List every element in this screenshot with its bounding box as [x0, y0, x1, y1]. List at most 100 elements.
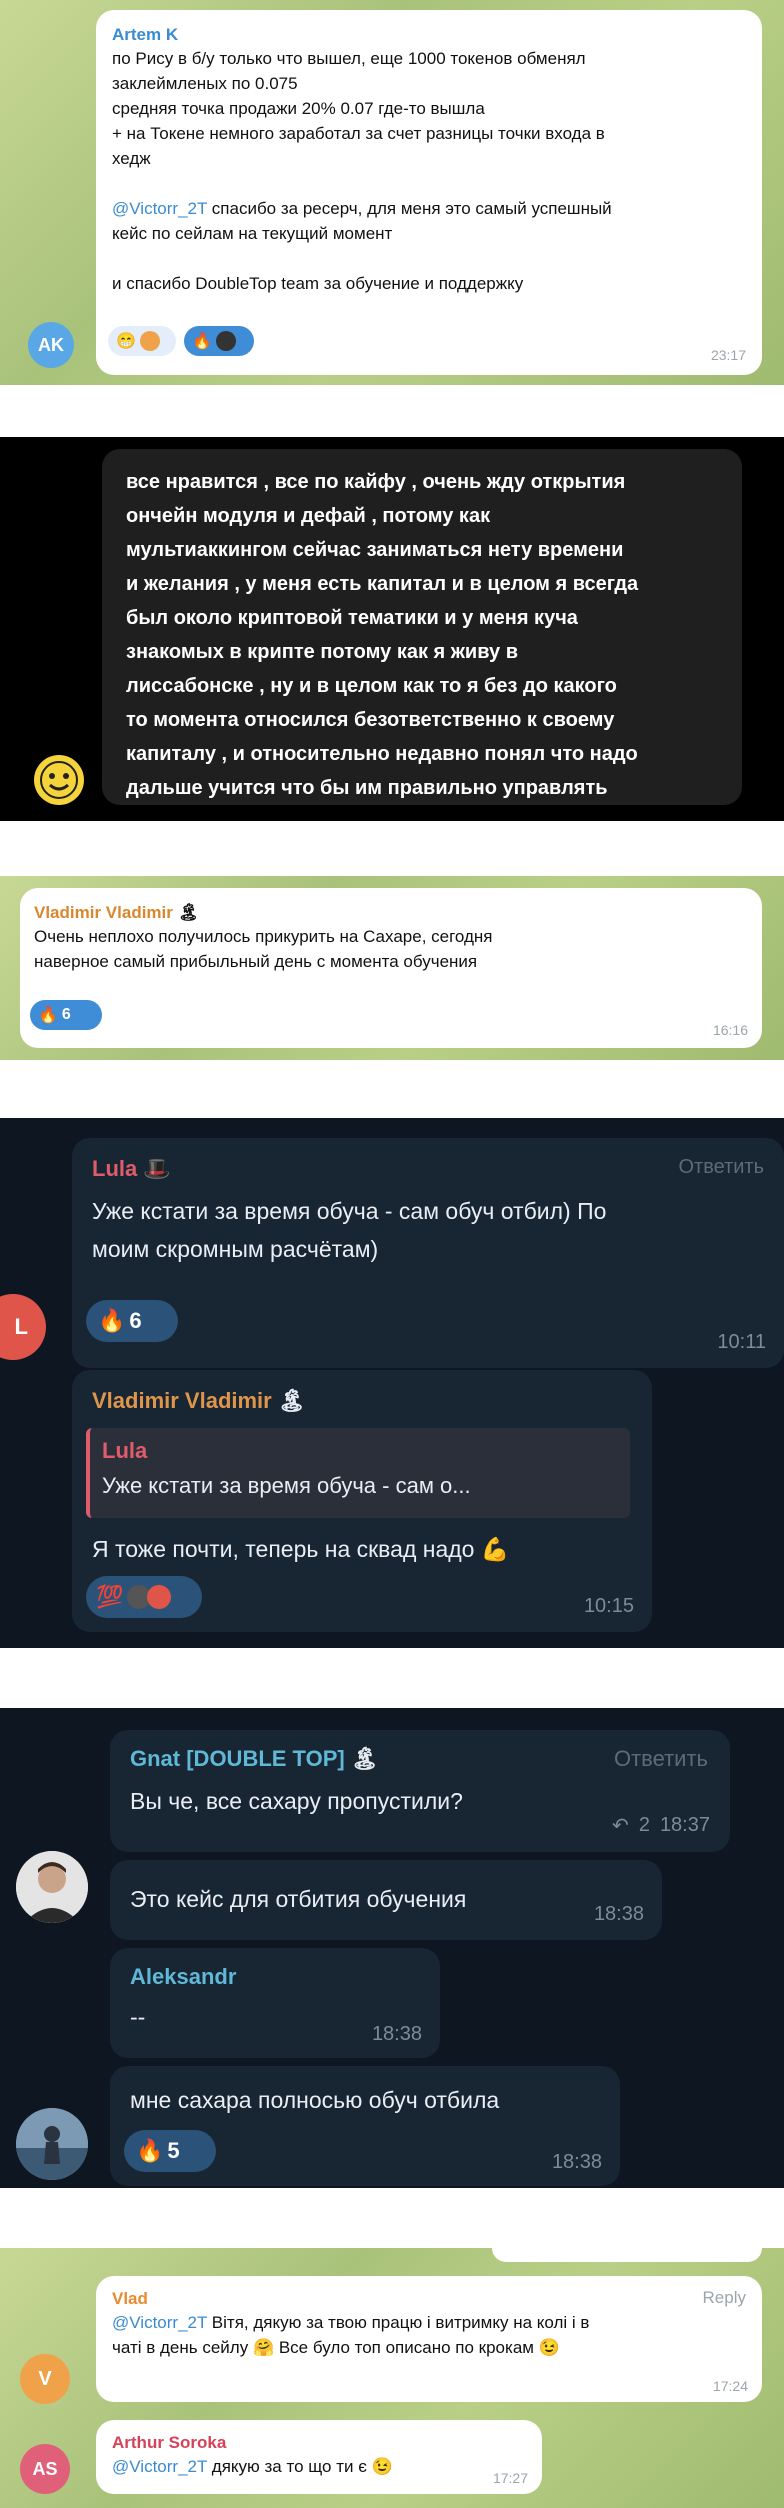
- winking-face-icon: 😉: [538, 2338, 560, 2357]
- hundred-points-icon: 💯: [96, 1584, 124, 1609]
- palm-tree-icon: 🏝: [277, 1388, 306, 1413]
- chat-screenshot-2: все нравится , все по кайфу , очень жду …: [0, 437, 784, 821]
- smile-emoji-icon: 😁: [116, 333, 136, 350]
- message-bubble-partial: [492, 2248, 762, 2262]
- message-line: заклеймленых по 0.075: [112, 74, 298, 93]
- message-time: 10:11: [717, 1331, 766, 1353]
- message-author[interactable]: Lula: [92, 1156, 137, 1181]
- message-author[interactable]: Aleksandr: [130, 1962, 420, 1992]
- fire-emoji-icon: 🔥: [38, 1007, 58, 1024]
- fire-emoji-icon: 🔥: [192, 333, 212, 350]
- message-line: капиталу , и относительно недавно понял …: [126, 743, 638, 765]
- message-line: наверное самый прибыльный день с момента…: [34, 952, 478, 971]
- message-line: хедж: [112, 149, 151, 168]
- reaction-chip[interactable]: 🔥 6: [86, 1300, 178, 1342]
- message-time: 17:24: [712, 2378, 748, 2394]
- message-text: чаті в день сейлу: [112, 2338, 249, 2357]
- reaction-count: 6: [61, 1006, 71, 1023]
- avatar[interactable]: [34, 755, 84, 805]
- reaction-chip[interactable]: 🔥: [184, 326, 254, 356]
- message-author[interactable]: Gnat [DOUBLE TOP]: [130, 1746, 345, 1771]
- message-line: + на Токене немного заработал за счет ра…: [112, 124, 605, 143]
- message-line: Это кейс для отбития обучения: [130, 1886, 467, 1912]
- chat-screenshot-3: Vladimir Vladimir 🏝 Очень неплохо получи…: [0, 876, 784, 1060]
- avatar[interactable]: V: [20, 2354, 70, 2404]
- reaction-count: 5: [167, 2138, 180, 2163]
- message-bubble[interactable]: все нравится , все по кайфу , очень жду …: [102, 449, 742, 805]
- message-text: спасибо за ресерч, для меня это самый ус…: [207, 199, 612, 218]
- fire-emoji-icon: 🔥: [136, 2138, 164, 2163]
- message-line: все нравится , все по кайфу , очень жду …: [126, 471, 626, 493]
- message-line: мне сахара полносью обуч отбила: [130, 2087, 500, 2113]
- message-bubble[interactable]: мне сахара полносью обуч отбила 🔥 5 18:38: [110, 2066, 620, 2186]
- reaction-chip[interactable]: 💯: [86, 1576, 202, 1618]
- message-author[interactable]: Vladimir Vladimir: [34, 903, 173, 922]
- landscape-photo-icon: [16, 2108, 88, 2180]
- message-author[interactable]: Vlad: [112, 2288, 746, 2310]
- message-bubble[interactable]: Vlad Reply @Victorr_2T Вітя, дякую за тв…: [96, 2276, 762, 2402]
- quote-author: Lula: [102, 1438, 148, 1463]
- message-author[interactable]: Vladimir Vladimir: [92, 1388, 272, 1413]
- message-author[interactable]: Arthur Soroka: [112, 2432, 526, 2454]
- reply-arrow-icon[interactable]: ↶: [612, 1813, 629, 1838]
- palm-tree-icon: 🏝: [350, 1746, 379, 1771]
- message-line: ончейн модуля и дефай , потому как: [126, 505, 491, 527]
- message-time: 18:38: [593, 1903, 644, 1925]
- reply-quote[interactable]: Lula Уже кстати за время обуча - сам о..…: [86, 1428, 630, 1518]
- chat-screenshot-4: Lula 🎩 Ответить Уже кстати за время обуч…: [0, 1118, 784, 1648]
- chat-screenshot-6: Vlad Reply @Victorr_2T Вітя, дякую за тв…: [0, 2248, 784, 2508]
- palm-tree-icon: 🏝: [177, 903, 200, 922]
- message-time: 10:15: [583, 1595, 634, 1617]
- message-text: Все було топ описано по крокам: [274, 2338, 534, 2357]
- message-line: то момента относился безответственно к с…: [126, 709, 615, 731]
- message-bubble[interactable]: Aleksandr -- 18:38: [110, 1948, 440, 2058]
- message-line: средняя точка продажи 20% 0.07 где-то вы…: [112, 99, 485, 118]
- message-line: Уже кстати за время обуча - сам обуч отб…: [92, 1198, 607, 1224]
- hugging-face-icon: 🤗: [252, 2338, 275, 2357]
- reactor-avatar: [215, 331, 236, 351]
- message-bubble[interactable]: Arthur Soroka @Victorr_2T дякую за то що…: [96, 2420, 542, 2494]
- mention-link[interactable]: @Victorr_2T: [112, 2313, 207, 2332]
- reactor-avatar: [139, 331, 160, 351]
- message-line: был около криптовой тематики и у меня ку…: [126, 607, 578, 629]
- smiley-face-icon: [40, 761, 78, 799]
- message-bubble[interactable]: Artem K по Рису в б/у только что вышел, …: [96, 10, 762, 375]
- message-bubble[interactable]: Vladimir Vladimir 🏝 Lula Уже кстати за в…: [72, 1370, 652, 1632]
- avatar[interactable]: AK: [28, 322, 74, 368]
- message-time: 18:37: [659, 1814, 710, 1836]
- message-line: кейс по сейлам на текущий момент: [112, 224, 393, 243]
- message-bubble[interactable]: Gnat [DOUBLE TOP] 🏝 Ответить Вы че, все …: [110, 1730, 730, 1852]
- avatar[interactable]: AS: [20, 2444, 70, 2494]
- message-line: Очень неплохо получилось прикурить на Са…: [34, 927, 493, 946]
- reactor-avatar: [147, 1585, 172, 1609]
- message-time: 18:38: [371, 2023, 422, 2045]
- message-line: знакомых в крипте потому как я живу в: [126, 641, 518, 663]
- reaction-chip[interactable]: 🔥 5: [124, 2130, 216, 2172]
- reply-button[interactable]: Ответить: [614, 1746, 708, 1772]
- replies-count[interactable]: 2: [639, 1814, 650, 1837]
- hat-icon: 🎩: [143, 1156, 171, 1181]
- avatar[interactable]: [16, 1851, 88, 1923]
- reply-button[interactable]: Ответить: [679, 1156, 765, 1179]
- message-time: 18:38: [551, 2151, 602, 2173]
- reaction-chip[interactable]: 🔥 6: [30, 1000, 102, 1030]
- message-time: 16:16: [712, 1022, 748, 1038]
- message-bubble[interactable]: Это кейс для отбития обучения 18:38: [110, 1860, 662, 1940]
- message-time: 17:27: [492, 2470, 528, 2486]
- message-line: лиссабонске , ну и в целом как то я без …: [126, 675, 617, 697]
- message-bubble[interactable]: Lula 🎩 Ответить Уже кстати за время обуч…: [72, 1138, 784, 1368]
- reaction-count: 6: [129, 1308, 142, 1333]
- avatar[interactable]: [16, 2108, 88, 2180]
- mention-link[interactable]: @Victorr_2T: [112, 199, 207, 218]
- mention-link[interactable]: @Victorr_2T: [112, 2457, 207, 2476]
- avatar[interactable]: L: [0, 1294, 46, 1360]
- message-line: дальше учится что бы им правильно управл…: [126, 777, 608, 799]
- message-text: дякую за то що ти є: [207, 2457, 367, 2476]
- message-bubble[interactable]: Vladimir Vladimir 🏝 Очень неплохо получи…: [20, 888, 762, 1048]
- message-time: 23:17: [710, 347, 746, 363]
- person-photo-icon: [16, 1851, 88, 1923]
- message-author[interactable]: Artem K: [112, 24, 746, 46]
- message-line: по Рису в б/у только что вышел, еще 1000…: [112, 49, 586, 68]
- reply-button[interactable]: Reply: [703, 2288, 746, 2308]
- reaction-chip[interactable]: 😁: [108, 326, 176, 356]
